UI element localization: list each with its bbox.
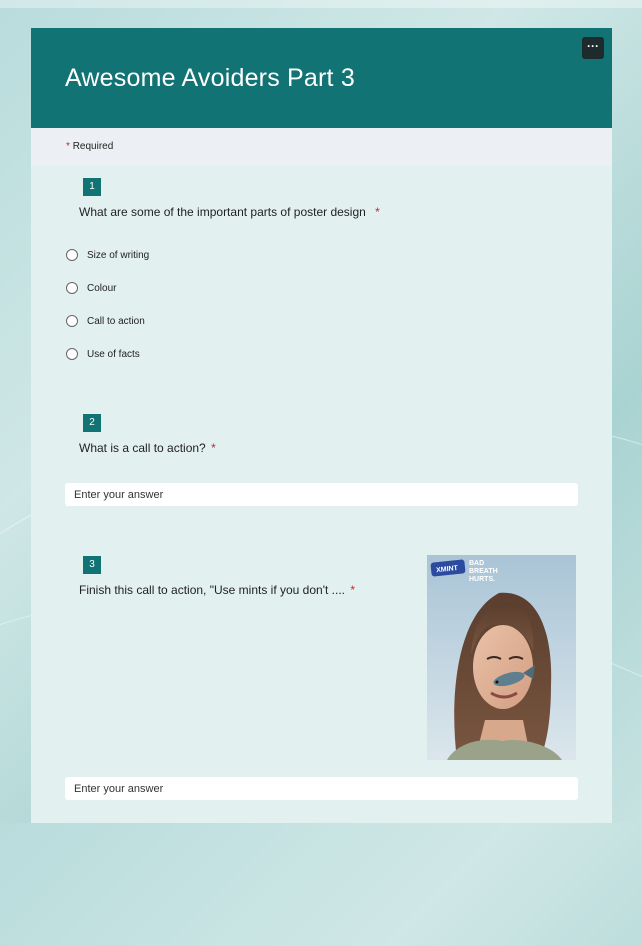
slogan-line: BAD xyxy=(469,560,484,567)
required-note: * Required xyxy=(66,141,113,152)
radio-option-call-to-action[interactable]: Call to action xyxy=(66,313,145,329)
question-number: 3 xyxy=(83,556,101,574)
form-card: Awesome Avoiders Part 3 ··· * Required 1… xyxy=(31,28,612,823)
form-title: Awesome Avoiders Part 3 xyxy=(65,64,355,92)
question-label: What are some of the important parts of … xyxy=(79,205,366,219)
option-label: Size of writing xyxy=(87,249,150,261)
radio-button[interactable] xyxy=(66,282,78,294)
question-number: 1 xyxy=(83,178,101,196)
form-header: Awesome Avoiders Part 3 ··· xyxy=(31,28,612,128)
question-label: Finish this call to action, "Use mints i… xyxy=(79,583,345,597)
radio-option-colour[interactable]: Colour xyxy=(66,280,116,296)
radio-button[interactable] xyxy=(66,348,78,360)
answer-input-q2[interactable] xyxy=(65,483,578,506)
option-label: Use of facts xyxy=(87,348,140,360)
option-label: Call to action xyxy=(87,315,145,327)
required-star: * xyxy=(211,441,216,455)
poster-image: XMINT BAD BREATH HURTS. xyxy=(427,555,576,760)
question-number: 2 xyxy=(83,414,101,432)
radio-option-use-of-facts[interactable]: Use of facts xyxy=(66,346,140,362)
radio-button[interactable] xyxy=(66,315,78,327)
required-star: * xyxy=(350,583,356,597)
required-star: * xyxy=(66,141,70,152)
browser-top-strip xyxy=(0,0,642,8)
question-text: What is a call to action? * xyxy=(79,441,216,455)
slogan-line: BREATH xyxy=(469,568,498,575)
more-options-button[interactable]: ··· xyxy=(582,37,604,59)
question-highlight xyxy=(65,411,579,441)
slogan-line: HURTS. xyxy=(469,576,495,583)
question-image: XMINT BAD BREATH HURTS. xyxy=(427,555,576,760)
required-star: * xyxy=(375,205,380,219)
required-bar: * Required xyxy=(31,128,612,166)
radio-button[interactable] xyxy=(66,249,78,261)
question-label: What is a call to action? xyxy=(79,441,206,455)
answer-input-q3[interactable] xyxy=(65,777,578,800)
required-label: Required xyxy=(72,141,114,152)
more-icon: ··· xyxy=(587,39,599,53)
radio-option-size-of-writing[interactable]: Size of writing xyxy=(66,247,149,263)
question-text: What are some of the important parts of … xyxy=(79,205,380,219)
option-label: Colour xyxy=(87,282,117,294)
question-text: Finish this call to action, "Use mints i… xyxy=(79,583,355,597)
